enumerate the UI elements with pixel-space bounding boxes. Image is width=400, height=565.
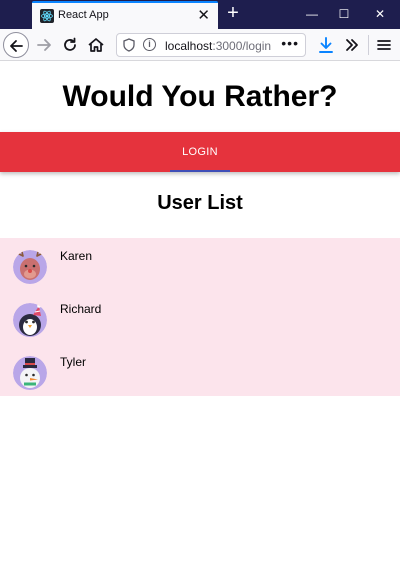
penguin-avatar-icon bbox=[13, 303, 47, 337]
maximize-icon[interactable]: ☐ bbox=[328, 0, 360, 29]
back-arrow-icon bbox=[10, 40, 23, 52]
browser-navbar: i localhost:3000/login ••• bbox=[0, 29, 400, 61]
reload-button[interactable] bbox=[58, 33, 82, 57]
overflow-menu-button[interactable] bbox=[340, 33, 364, 57]
login-tab[interactable]: LOGIN bbox=[0, 132, 400, 172]
address-bar[interactable]: i localhost:3000/login ••• bbox=[116, 33, 306, 57]
download-icon bbox=[319, 37, 333, 53]
user-name: Tyler bbox=[60, 355, 87, 369]
forward-arrow-icon bbox=[37, 39, 51, 51]
tab-title: React App bbox=[58, 9, 109, 21]
user-list-title: User List bbox=[157, 192, 243, 214]
user-name: Richard bbox=[60, 302, 102, 316]
hamburger-menu-icon bbox=[377, 40, 391, 50]
reindeer-avatar-icon bbox=[13, 250, 47, 284]
reload-icon bbox=[64, 37, 76, 51]
react-logo-icon bbox=[40, 9, 54, 23]
url-path: :3000/login bbox=[212, 39, 272, 53]
browser-titlebar: React App ✕ + — ☐ ✕ bbox=[0, 0, 400, 29]
new-tab-icon[interactable]: + bbox=[222, 2, 244, 26]
app-title: Would You Rather? bbox=[62, 80, 338, 113]
url-text: localhost:3000/login bbox=[165, 39, 271, 53]
user-list: Karen Richard Tyler bbox=[0, 238, 400, 396]
browser-tab[interactable]: React App ✕ bbox=[32, 1, 218, 29]
close-window-icon[interactable]: ✕ bbox=[364, 0, 396, 29]
shield-icon bbox=[123, 38, 135, 52]
home-icon bbox=[88, 38, 104, 52]
user-name: Karen bbox=[60, 249, 93, 263]
downloads-button[interactable] bbox=[314, 33, 338, 57]
app-menu-button[interactable] bbox=[372, 33, 396, 57]
active-tab-indicator bbox=[170, 170, 230, 172]
forward-button[interactable] bbox=[32, 33, 56, 57]
close-tab-icon[interactable]: ✕ bbox=[197, 6, 210, 24]
page-content: Would You Rather? LOGIN User List Karen bbox=[0, 62, 400, 565]
user-list-item[interactable]: Karen bbox=[0, 238, 400, 288]
user-list-item[interactable]: Richard bbox=[0, 291, 400, 341]
nav-bar: LOGIN bbox=[0, 132, 400, 172]
site-info-icon[interactable]: i bbox=[143, 38, 156, 51]
double-chevron-icon bbox=[346, 39, 358, 51]
snowman-avatar-icon bbox=[13, 356, 47, 390]
toolbar-divider bbox=[368, 35, 369, 55]
user-list-item[interactable]: Tyler bbox=[0, 344, 400, 394]
home-button[interactable] bbox=[84, 33, 108, 57]
back-button[interactable] bbox=[3, 32, 29, 58]
minimize-icon[interactable]: — bbox=[296, 0, 328, 29]
url-host: localhost bbox=[165, 39, 213, 53]
page-actions-icon[interactable]: ••• bbox=[281, 35, 299, 51]
